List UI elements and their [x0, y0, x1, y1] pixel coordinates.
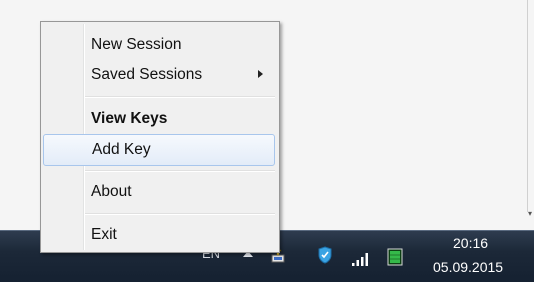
battery-icon[interactable] [387, 248, 403, 266]
context-menu: New Session Saved Sessions View Keys Add… [40, 21, 280, 253]
network-signal-icon[interactable] [352, 252, 372, 266]
menu-item-label: Exit [91, 226, 117, 243]
menu-item-new-session[interactable]: New Session [43, 30, 275, 60]
menu-item-exit[interactable]: Exit [43, 220, 275, 250]
menu-item-label: About [91, 183, 132, 200]
menu-item-label: New Session [91, 36, 182, 53]
menu-item-about[interactable]: About [43, 177, 275, 207]
submenu-arrow-icon [258, 70, 263, 78]
window-edge [527, 0, 528, 212]
menu-separator [85, 213, 275, 215]
menu-separator [85, 96, 275, 98]
menu-separator [85, 170, 275, 172]
clock-time[interactable]: 20:16 [453, 235, 488, 251]
menu-item-add-key[interactable]: Add Key [43, 134, 275, 166]
menu-item-label: Add Key [92, 141, 151, 158]
menu-item-saved-sessions[interactable]: Saved Sessions [43, 60, 275, 90]
scroll-down-icon[interactable]: ▾ [528, 210, 534, 218]
menu-item-view-keys[interactable]: View Keys [43, 104, 275, 134]
security-shield-icon[interactable] [317, 246, 333, 264]
clock-date[interactable]: 05.09.2015 [433, 259, 503, 275]
menu-item-label: View Keys [91, 110, 168, 127]
menu-item-label: Saved Sessions [91, 66, 203, 83]
